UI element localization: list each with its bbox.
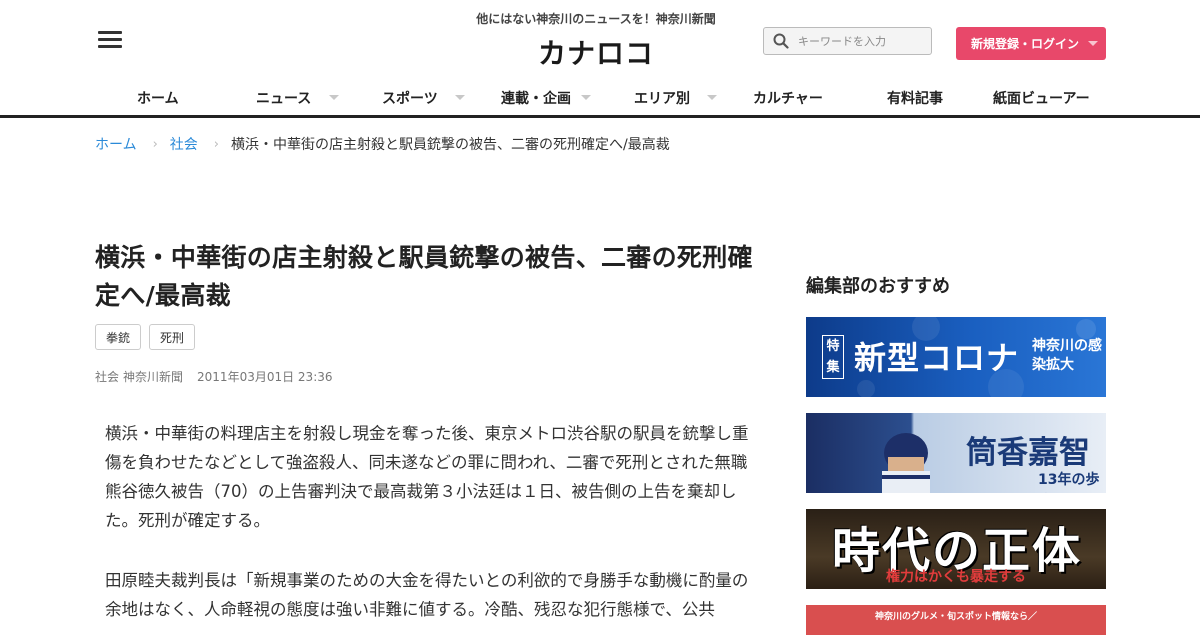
banner-gourmet[interactable]: 神奈川のグルメ・旬スポット情報なら／ <box>806 605 1106 635</box>
main-nav: ホーム ニュース スポーツ 連載・企画 エリア別 カルチャー 有料記事 紙面ビュ… <box>96 84 1106 112</box>
banner-tsutsugo[interactable]: 筒香嘉智 13年の歩み <box>806 413 1106 493</box>
article-date: 2011年03月01日 23:36 <box>197 370 333 384</box>
banner-subtitle: 権力はかくも暴走する <box>886 569 1026 585</box>
header-divider <box>0 115 1200 118</box>
banner-subtitle: 13年の歩み <box>1038 472 1100 493</box>
recommend-heading: 編集部のおすすめ <box>806 276 950 297</box>
chevron-right-icon: › <box>213 136 219 152</box>
article-tags: 拳銃 死刑 <box>95 324 196 350</box>
nav-item-home[interactable]: ホーム <box>137 84 179 112</box>
tag-handgun[interactable]: 拳銃 <box>95 324 142 350</box>
menu-icon[interactable] <box>98 31 122 49</box>
breadcrumb-home-link[interactable]: ホーム <box>95 134 137 154</box>
article-paragraph: 田原睦夫裁判長は「新規事業のための大金を得たいとの利欲的で身勝手な動機に酌量の余… <box>105 571 749 619</box>
chevron-right-icon: › <box>152 136 158 152</box>
search-icon[interactable] <box>764 28 798 54</box>
site-tagline: 他にはない神奈川のニュースを！神奈川新聞 <box>476 12 716 26</box>
breadcrumb: ホーム › 社会 › 横浜・中華街の店主射殺と駅員銃撃の被告、二審の死刑確定へ/… <box>95 134 670 154</box>
nav-item-sports[interactable]: スポーツ <box>382 84 438 112</box>
chevron-down-icon <box>707 95 717 100</box>
article-paragraph: 横浜・中華街の料理店主を射殺し現金を奪った後、東京メトロ渋谷駅の駅員を銃撃し重傷… <box>105 424 749 530</box>
breadcrumb-category-link[interactable]: 社会 <box>170 134 198 154</box>
article-category: 社会 <box>95 370 120 384</box>
player-photo <box>882 433 930 493</box>
tag-death-penalty[interactable]: 死刑 <box>149 324 196 350</box>
search-box[interactable] <box>763 27 932 55</box>
search-input[interactable] <box>798 34 923 48</box>
nav-item-series[interactable]: 連載・企画 <box>501 84 571 112</box>
nav-item-paper-viewer[interactable]: 紙面ビューアー <box>993 84 1090 112</box>
article-publisher: 神奈川新聞 <box>123 370 184 384</box>
chevron-down-icon <box>1088 41 1098 46</box>
banner-jidai[interactable]: 時代の正体 権力はかくも暴走する <box>806 509 1106 589</box>
chevron-down-icon <box>329 95 339 100</box>
banner-title: 新型コロナ <box>854 339 1020 377</box>
nav-item-area[interactable]: エリア別 <box>634 84 690 112</box>
article-title: 横浜・中華街の店主射殺と駅員銃撃の被告、二審の死刑確定へ/最高裁 <box>95 243 753 310</box>
site-header: 他にはない神奈川のニュースを！神奈川新聞 カナロコ 新規登録・ログイン ホーム … <box>0 0 1200 118</box>
chevron-down-icon <box>581 95 591 100</box>
breadcrumb-current: 横浜・中華街の店主射殺と駅員銃撃の被告、二審の死刑確定へ/最高裁 <box>231 137 670 153</box>
article-meta: 社会 神奈川新聞 2011年03月01日 23:36 <box>95 368 333 385</box>
banner-subtitle: 神奈川のグルメ・旬スポット情報なら／ <box>874 612 1037 622</box>
banner-special-tag: 特集 <box>822 335 844 379</box>
site-logo[interactable]: カナロコ <box>496 32 696 72</box>
nav-item-premium[interactable]: 有料記事 <box>887 84 943 112</box>
chevron-down-icon <box>455 95 465 100</box>
banner-subtitle: 神奈川の感染拡大 <box>1032 338 1102 373</box>
login-button-label: 新規登録・ログイン <box>971 37 1080 51</box>
login-button[interactable]: 新規登録・ログイン <box>956 27 1106 60</box>
nav-item-culture[interactable]: カルチャー <box>753 84 823 112</box>
banner-covid[interactable]: 特集 新型コロナ 神奈川の感染拡大 <box>806 317 1106 397</box>
nav-item-news[interactable]: ニュース <box>256 84 311 112</box>
banner-title: 筒香嘉智 <box>966 435 1090 471</box>
